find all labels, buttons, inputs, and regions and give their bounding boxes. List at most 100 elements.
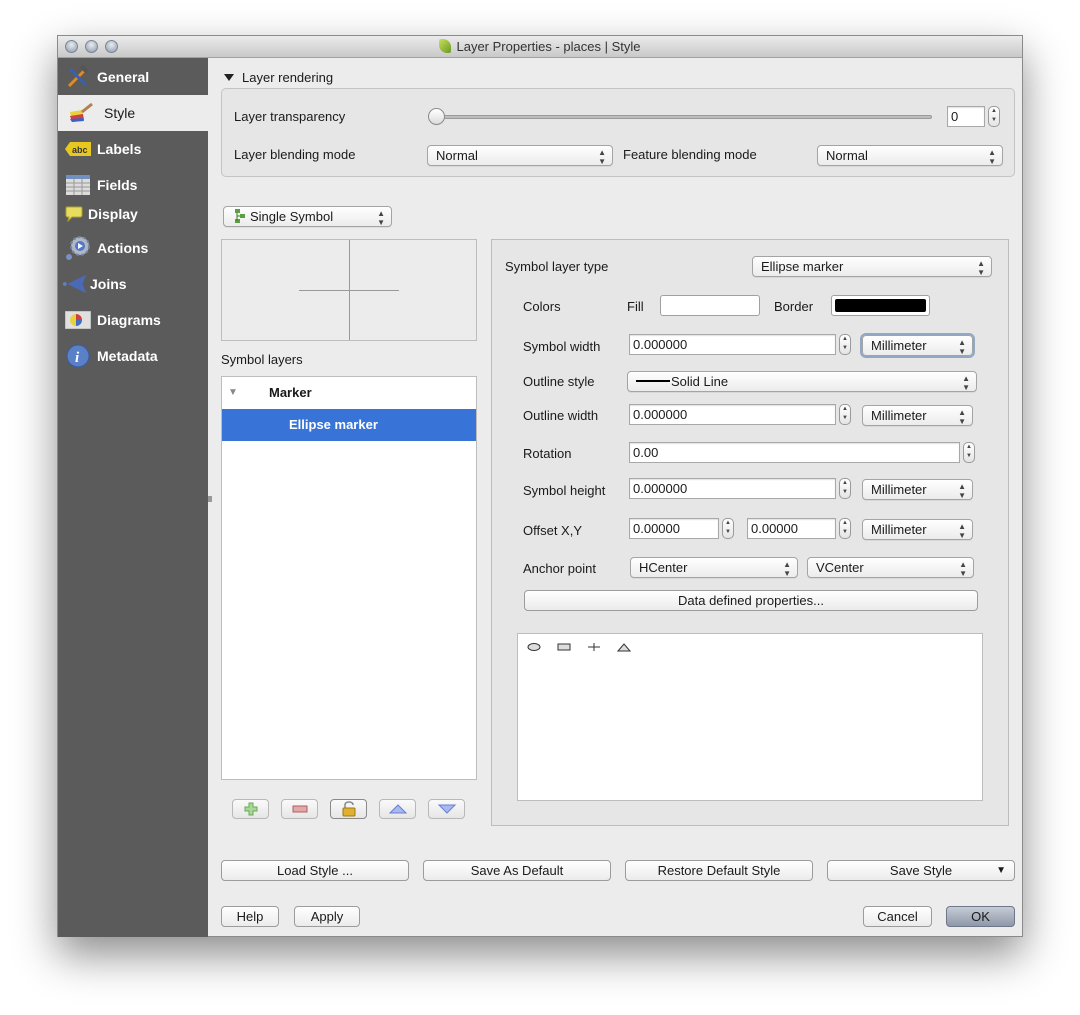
sidebar-item-style[interactable]: Style (58, 95, 208, 131)
sidebar-item-label: Labels (97, 141, 142, 157)
help-button[interactable]: Help (221, 906, 279, 927)
minimize-window-button[interactable] (85, 40, 98, 53)
updown-arrows-icon: ▲ ▼ (962, 374, 970, 392)
sidebar-item-diagrams[interactable]: Diagrams (58, 302, 208, 338)
offset-y-input[interactable]: 0.00000 (747, 518, 836, 539)
move-layer-down-button[interactable] (428, 799, 465, 819)
tree-item-label: Marker (269, 385, 312, 400)
sidebar-item-metadata[interactable]: i Metadata (58, 338, 208, 374)
sidebar-item-labels[interactable]: abc Labels (58, 131, 208, 167)
sidebar-item-joins[interactable]: Joins (58, 266, 208, 302)
layer-blending-mode-select[interactable]: Normal ▲ ▼ (427, 145, 613, 166)
gear-play-icon (65, 236, 91, 260)
sidebar-item-display[interactable]: Display (58, 198, 208, 230)
save-style-button[interactable]: Save Style ▼ (827, 860, 1015, 881)
down-arrow-icon (437, 804, 456, 814)
sidebar-item-label: Display (88, 206, 138, 222)
offset-y-stepper[interactable]: ▲ ▼ (839, 518, 851, 539)
updown-arrows-icon: ▲ ▼ (958, 522, 966, 540)
outline-width-stepper[interactable]: ▲ ▼ (839, 404, 851, 425)
data-defined-properties-button[interactable]: Data defined properties... (524, 590, 978, 611)
up-arrow-icon (388, 804, 407, 814)
abc-label-icon: abc (65, 137, 91, 161)
symbol-layer-type-select[interactable]: Ellipse marker ▲ ▼ (752, 256, 992, 277)
sidebar: General Style abc Labels Fields Display (58, 58, 208, 937)
lock-layer-button[interactable] (330, 799, 367, 819)
offset-x-input[interactable]: 0.00000 (629, 518, 719, 539)
symbol-width-unit-select[interactable]: Millimeter ▲ ▼ (862, 335, 973, 356)
expand-triangle-icon[interactable]: ▼ (228, 377, 238, 409)
sidebar-item-general[interactable]: General (58, 59, 208, 95)
rotation-label: Rotation (523, 446, 572, 461)
symbol-height-stepper[interactable]: ▲ ▼ (839, 478, 851, 499)
anchor-horizontal-select[interactable]: HCenter ▲ ▼ (630, 557, 798, 578)
anchor-horizontal-value: HCenter (639, 560, 688, 575)
restore-default-style-button[interactable]: Restore Default Style (625, 860, 813, 881)
feature-blending-mode-select[interactable]: Normal ▲ ▼ (817, 145, 1003, 166)
updown-arrows-icon: ▲ ▼ (958, 338, 966, 356)
svg-text:abc: abc (72, 145, 88, 155)
symbol-height-label: Symbol height (523, 483, 606, 498)
transparency-slider-handle[interactable] (428, 108, 445, 125)
outline-width-label: Outline width (523, 408, 599, 423)
fill-color-button[interactable] (660, 295, 760, 316)
tree-item-marker[interactable]: ▼ Marker (222, 377, 476, 409)
anchor-point-label: Anchor point (523, 561, 596, 576)
symbol-width-stepper[interactable]: ▲ ▼ (839, 334, 851, 355)
rectangle-shape-icon[interactable] (557, 642, 571, 652)
border-color-swatch (835, 299, 926, 312)
load-style-button[interactable]: Load Style ... (221, 860, 409, 881)
symbol-layer-properties: Symbol layer type Ellipse marker ▲ ▼ Color… (491, 239, 1009, 826)
offset-x-stepper[interactable]: ▲ ▼ (722, 518, 734, 539)
sidebar-item-label: Actions (97, 240, 149, 256)
triangle-shape-icon[interactable] (617, 642, 631, 652)
solid-line-icon (636, 380, 670, 382)
cancel-button[interactable]: Cancel (863, 906, 932, 927)
offset-label: Offset X,Y (523, 523, 583, 538)
layer-rendering-header[interactable]: Layer rendering (224, 70, 333, 85)
fill-color-swatch (664, 299, 756, 312)
dropdown-arrow-icon[interactable]: ▼ (996, 861, 1006, 880)
transparency-label: Layer transparency (234, 109, 346, 124)
sidebar-item-actions[interactable]: Actions (58, 230, 208, 266)
symbol-height-input[interactable]: 0.000000 (629, 478, 836, 499)
offset-unit-select[interactable]: Millimeter ▲ ▼ (862, 519, 973, 540)
rotation-input[interactable]: 0.00 (629, 442, 960, 463)
zoom-window-button[interactable] (105, 40, 118, 53)
renderer-tree-icon (235, 209, 245, 223)
outline-style-select[interactable]: Solid Line ▲ ▼ (627, 371, 977, 392)
pie-diagram-icon (65, 308, 91, 332)
table-icon (65, 173, 91, 197)
anchor-vertical-select[interactable]: VCenter ▲ ▼ (807, 557, 974, 578)
outline-width-unit-select[interactable]: Millimeter ▲ ▼ (862, 405, 973, 426)
symbol-width-input[interactable]: 0.000000 (629, 334, 836, 355)
cross-shape-icon[interactable] (587, 642, 601, 652)
apply-button[interactable]: Apply (294, 906, 360, 927)
save-style-label: Save Style (889, 863, 953, 878)
transparency-stepper[interactable]: ▲ ▼ (988, 106, 1000, 127)
transparency-slider-track[interactable] (429, 115, 932, 119)
renderer-type-select[interactable]: Single Symbol ▲ ▼ (223, 206, 392, 227)
unlock-icon (342, 801, 355, 817)
minus-icon (292, 805, 307, 813)
transparency-spinbox[interactable]: 0 (947, 106, 985, 127)
sidebar-item-label: Style (104, 105, 136, 121)
ok-button[interactable]: OK (946, 906, 1015, 927)
window-title: Layer Properties - places | Style (456, 39, 641, 54)
rotation-stepper[interactable]: ▲ ▼ (963, 442, 975, 463)
offset-unit-value: Millimeter (871, 522, 927, 537)
add-symbol-layer-button[interactable] (232, 799, 269, 819)
move-layer-up-button[interactable] (379, 799, 416, 819)
border-color-button[interactable] (831, 295, 930, 316)
circle-shape-icon[interactable] (527, 642, 541, 652)
save-as-default-button[interactable]: Save As Default (423, 860, 611, 881)
close-window-button[interactable] (65, 40, 78, 53)
fill-label: Fill (627, 299, 644, 314)
symbol-preview (221, 239, 477, 341)
outline-width-input[interactable]: 0.000000 (629, 404, 836, 425)
updown-arrows-icon: ▲ ▼ (988, 148, 996, 166)
sidebar-item-label: Joins (90, 276, 127, 292)
symbol-height-unit-select[interactable]: Millimeter ▲ ▼ (862, 479, 973, 500)
tree-item-ellipse-marker[interactable]: Ellipse marker (222, 409, 476, 441)
remove-symbol-layer-button[interactable] (281, 799, 318, 819)
